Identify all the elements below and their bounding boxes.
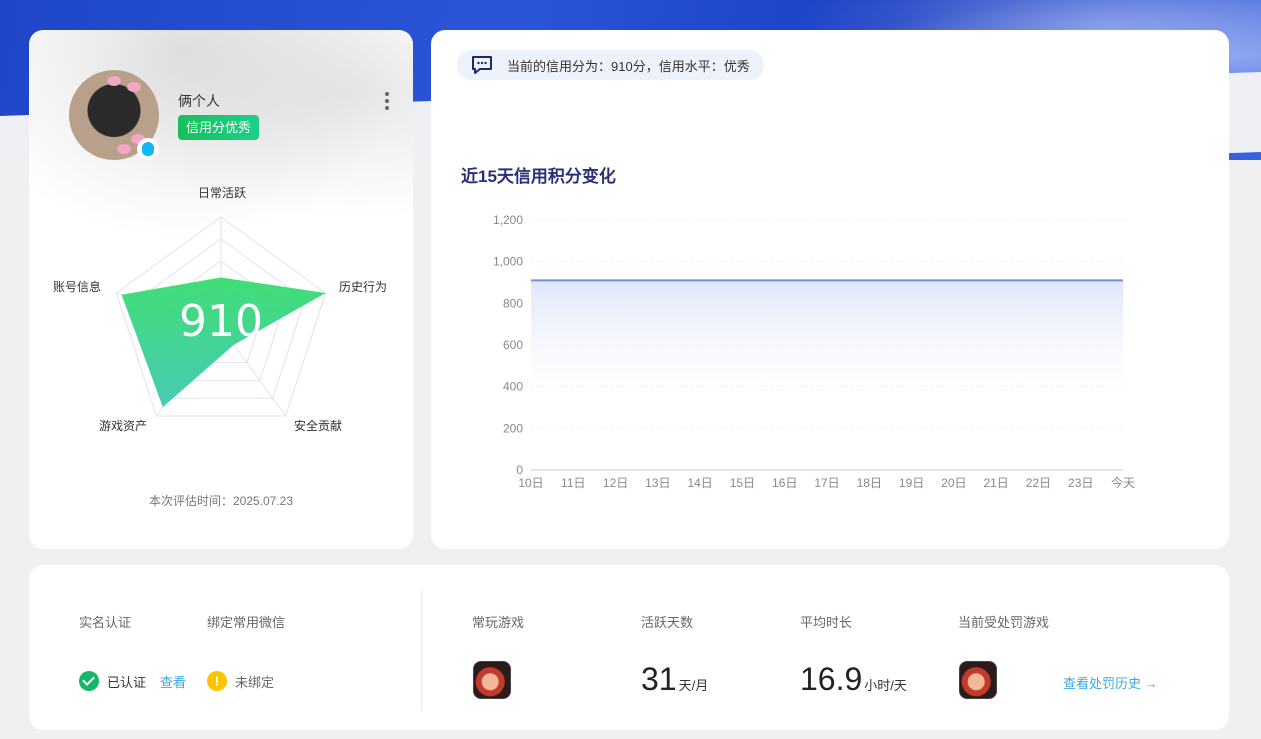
x-tick-label: 23日: [1068, 476, 1093, 490]
view-link[interactable]: 查看: [160, 672, 186, 691]
wechat-status: ! 未绑定: [207, 671, 274, 691]
punished-game-icon[interactable]: [959, 661, 997, 699]
wechat-label: 绑定常用微信: [207, 615, 286, 630]
radar-label-history-behavior: 历史行为: [339, 280, 388, 294]
y-tick-label: 1,200: [493, 213, 523, 227]
x-tick-label: 20日: [941, 476, 966, 490]
x-tick-label: 13日: [645, 476, 670, 490]
credit-chart-card: 当前的信用分为：910分，信用水平：优秀 近15天信用积分变化 0 200 400 6…: [431, 30, 1229, 549]
y-tick-label: 800: [503, 296, 523, 310]
series-area: [531, 280, 1123, 398]
credit-trend-chart: 02004006008001,0001,200 10日 11日 12日 13日 14日 1…: [493, 213, 1135, 490]
active-days-unit: 天/月: [678, 678, 709, 693]
section-divider: [421, 589, 422, 711]
credit-score: 910: [179, 296, 263, 347]
radar-label-security-contribution: 安全贡献: [294, 419, 343, 433]
x-tick-label: 12日: [603, 476, 628, 490]
frequent-game-icon[interactable]: [473, 661, 511, 699]
chart-series: [531, 279, 1123, 398]
check-circle-icon: [79, 671, 99, 691]
x-tick-label: 10日: [518, 476, 543, 490]
x-tick-label: 今天: [1111, 475, 1135, 490]
x-tick-label: 19日: [899, 476, 924, 490]
x-tick-label: 21日: [983, 476, 1008, 490]
x-tick-label: 18日: [857, 476, 882, 490]
punished-game-label: 当前受处罚游戏: [958, 615, 1050, 630]
x-tick-label: 16日: [772, 476, 797, 490]
avg-duration-unit: 小时/天: [864, 678, 907, 693]
x-tick-label: 15日: [730, 476, 755, 490]
active-days: 31 天/月: [641, 661, 708, 698]
avg-duration-label: 平均时长: [800, 615, 853, 630]
profile-card: 俩个人 信用分优秀 910 日常活跃 历史行为 安全贡献 游戏资产 账号信息 本…: [29, 30, 413, 549]
chart-y-axis: 0 200 400 600 800 1,000 1,200: [493, 213, 523, 477]
x-tick-label: 22日: [1026, 476, 1051, 490]
punishment-history-link[interactable]: 查看处罚历史 →: [1063, 673, 1158, 692]
y-tick-label: 200: [503, 421, 523, 435]
y-tick-label: 1,000: [493, 255, 523, 269]
real-name-status: 已认证 查看: [79, 671, 186, 691]
unbound-text: 未绑定: [235, 674, 275, 690]
y-tick-label: 0: [516, 463, 523, 477]
real-name-label: 实名认证: [79, 615, 132, 630]
account-summary-card: 实名认证 绑定常用微信 已认证 查看 ! 未绑定 常玩游戏 活跃天数 31 天/…: [29, 565, 1229, 730]
verified-text: 已认证: [107, 674, 147, 690]
chart-x-axis: 10日 11日 12日 13日 14日 15日 16日 17日 18日 19日 20日 21日 22日 2…: [518, 475, 1135, 490]
active-days-value: 31: [641, 661, 677, 697]
evaluation-time: 本次评估时间：2025.07.23: [148, 494, 294, 508]
x-tick-label: 11日: [561, 476, 585, 490]
y-tick-label: 600: [503, 338, 523, 352]
active-days-label: 活跃天数: [641, 615, 694, 630]
avg-duration-value: 16.9: [800, 661, 863, 697]
radar-label-daily-activity: 日常活跃: [198, 186, 247, 200]
radar-label-account-info: 账号信息: [53, 280, 102, 294]
radar-label-game-assets: 游戏资产: [99, 419, 148, 433]
x-tick-label: 17日: [814, 476, 839, 490]
warning-icon: !: [207, 671, 227, 691]
avg-duration: 16.9 小时/天: [800, 661, 907, 698]
x-tick-label: 14日: [687, 476, 712, 490]
frequent-game-label: 常玩游戏: [472, 615, 525, 630]
y-tick-label: 400: [503, 380, 523, 394]
